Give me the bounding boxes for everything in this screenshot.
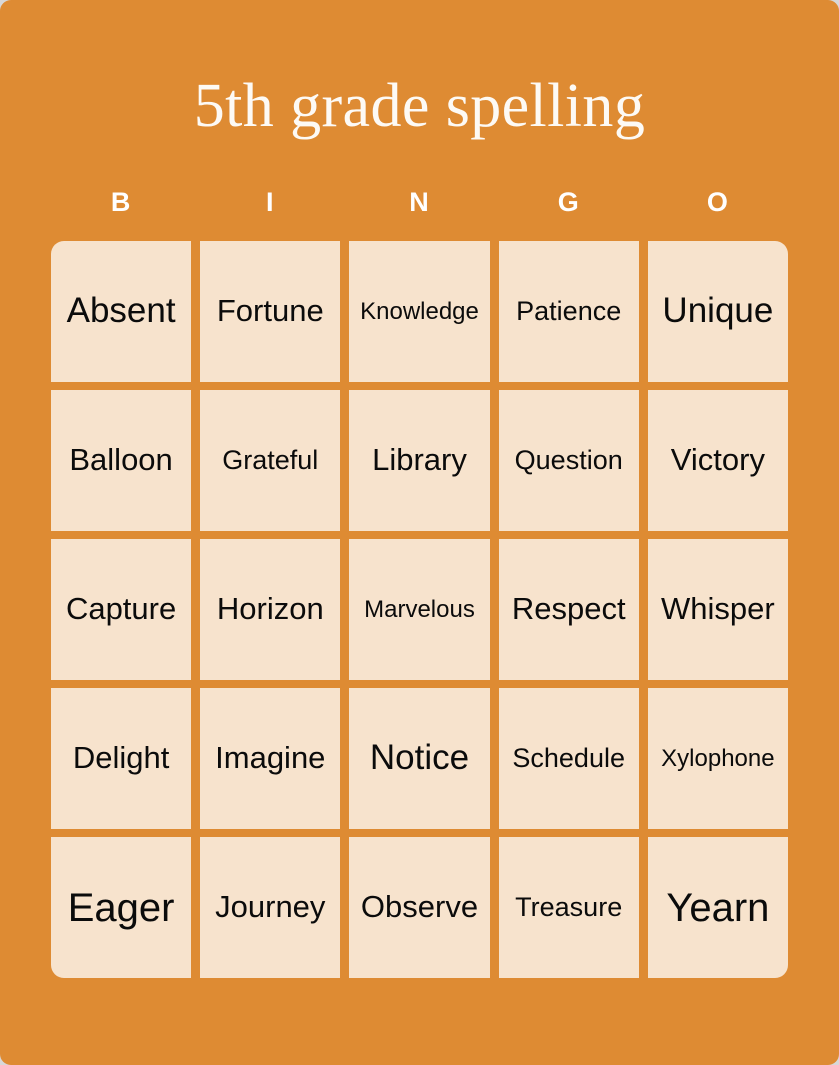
bingo-cell-label: Treasure: [515, 892, 623, 923]
bingo-cell-label: Knowledge: [360, 297, 479, 325]
bingo-cell-label: Library: [372, 442, 467, 478]
bingo-cell-label: Respect: [511, 591, 626, 627]
bingo-cell-label: Whisper: [661, 591, 775, 627]
bingo-cell[interactable]: Yearn: [647, 837, 788, 978]
bingo-cell[interactable]: Capture: [51, 539, 192, 680]
bingo-cell-label: Notice: [369, 738, 470, 778]
bingo-cell[interactable]: Patience: [498, 241, 639, 382]
bingo-cell[interactable]: Respect: [498, 539, 639, 680]
bingo-cell-label: Imagine: [215, 740, 326, 776]
bingo-cell-label: Marvelous: [364, 595, 475, 623]
bingo-cell[interactable]: Horizon: [200, 539, 341, 680]
bingo-card: 5th grade spelling B I N G O Absent Fort…: [0, 0, 839, 1065]
bingo-header-letter-o: O: [706, 187, 729, 217]
bingo-cell[interactable]: Absent: [51, 241, 192, 382]
bingo-cell[interactable]: Marvelous: [349, 539, 490, 680]
bingo-cell-label: Journey: [215, 889, 326, 925]
bingo-cell[interactable]: Knowledge: [349, 241, 490, 382]
bingo-cell-label: Xylophone: [661, 744, 775, 772]
bingo-header-letter-i: I: [266, 187, 275, 217]
bingo-cell[interactable]: Fortune: [200, 241, 341, 382]
page-title: 5th grade spelling: [193, 72, 646, 140]
bingo-cell-label: Question: [514, 445, 623, 476]
bingo-cell-label: Yearn: [666, 885, 770, 930]
bingo-cell[interactable]: Balloon: [51, 390, 192, 531]
bingo-cell[interactable]: Whisper: [647, 539, 788, 680]
bingo-cell-label: Patience: [516, 296, 622, 327]
bingo-cell-label: Schedule: [512, 743, 625, 774]
bingo-cell-label: Victory: [670, 442, 765, 478]
bingo-cell[interactable]: Unique: [647, 241, 788, 382]
bingo-cell[interactable]: Journey: [200, 837, 341, 978]
bingo-cell[interactable]: Treasure: [498, 837, 639, 978]
bingo-header-row: B I N G O: [51, 186, 788, 218]
bingo-cell[interactable]: Observe: [349, 837, 490, 978]
bingo-cell-label: Eager: [67, 885, 175, 930]
bingo-cell-label: Unique: [662, 291, 774, 331]
bingo-cell-label: Observe: [360, 889, 479, 925]
bingo-cell[interactable]: Question: [498, 390, 639, 531]
bingo-cell-label: Delight: [72, 740, 170, 776]
bingo-cell-label: Balloon: [69, 442, 173, 478]
bingo-header-letter-g: G: [557, 187, 580, 217]
bingo-cell-label: Capture: [65, 591, 177, 627]
bingo-cell[interactable]: Library: [349, 390, 490, 531]
bingo-cell[interactable]: Imagine: [200, 688, 341, 829]
bingo-cell[interactable]: Victory: [647, 390, 788, 531]
bingo-header-letter-b: B: [110, 187, 132, 217]
bingo-grid: Absent Fortune Knowledge Patience Unique…: [51, 241, 788, 978]
bingo-cell-label: Horizon: [216, 591, 324, 627]
bingo-cell[interactable]: Xylophone: [647, 688, 788, 829]
bingo-cell-label: Grateful: [222, 445, 319, 476]
bingo-cell[interactable]: Grateful: [200, 390, 341, 531]
bingo-cell-label: Absent: [66, 291, 176, 331]
bingo-cell[interactable]: Eager: [51, 837, 192, 978]
bingo-cell[interactable]: Delight: [51, 688, 192, 829]
bingo-cell-label: Fortune: [216, 293, 324, 329]
bingo-cell[interactable]: Schedule: [498, 688, 639, 829]
bingo-header-letter-n: N: [409, 187, 430, 217]
bingo-cell[interactable]: Notice: [349, 688, 490, 829]
